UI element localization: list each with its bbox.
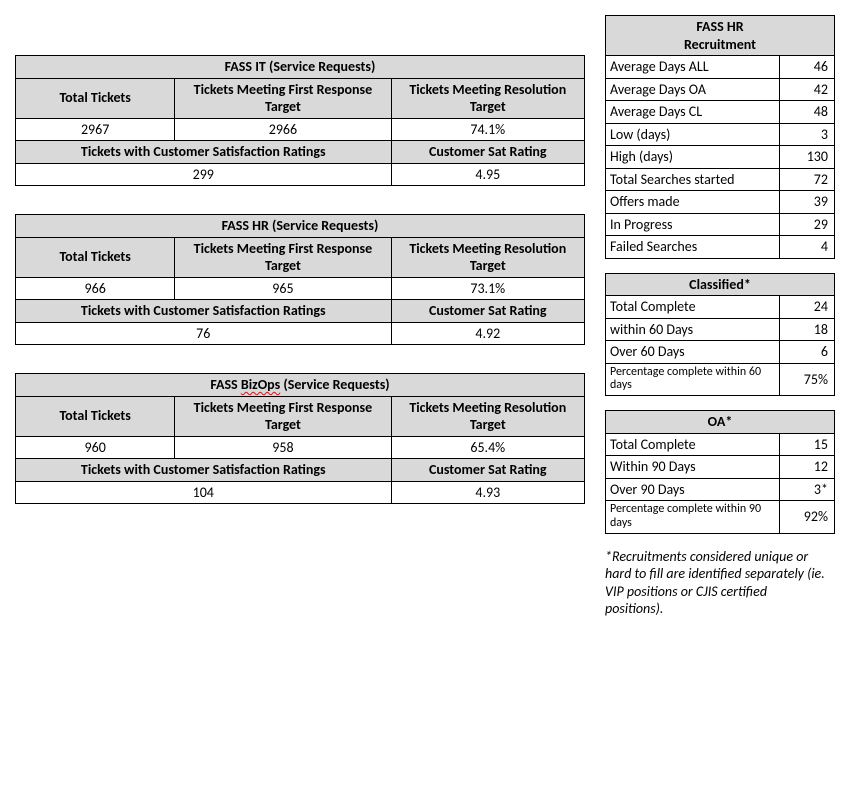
cell: 4.95	[391, 163, 584, 186]
subheader: Tickets with Customer Satisfaction Ratin…	[16, 459, 392, 482]
right-column: FASS HRRecruitmentAverage Days ALL46Aver…	[605, 15, 835, 618]
row-label: Within 90 Days	[606, 456, 780, 479]
table-title: FASS BizOps (Service Requests)	[16, 374, 585, 397]
cell: 65.4%	[391, 436, 584, 459]
cell: 76	[16, 322, 392, 345]
subheader: Customer Sat Rating	[391, 459, 584, 482]
row-value: 12	[780, 456, 835, 479]
oa-table: OA*Total Complete15Within 90 Days12Over …	[605, 410, 835, 534]
row-label: In Progress	[606, 213, 780, 236]
row-value: 48	[780, 101, 835, 124]
row-value: 130	[780, 146, 835, 169]
cell: 4.92	[391, 322, 584, 345]
col-header: Tickets Meeting First Response Target	[175, 78, 391, 118]
cell: 965	[175, 277, 391, 300]
cell: 4.93	[391, 481, 584, 504]
row-value: 3*	[780, 478, 835, 501]
cell: 74.1%	[391, 118, 584, 141]
table-title: FASS HRRecruitment	[606, 16, 835, 56]
row-value: 3	[780, 123, 835, 146]
table-title: OA*	[606, 411, 835, 434]
subheader: Tickets with Customer Satisfaction Ratin…	[16, 300, 392, 323]
row-label: Total Searches started	[606, 168, 780, 191]
row-label: Average Days ALL	[606, 56, 780, 79]
row-label: Average Days OA	[606, 78, 780, 101]
row-label: Total Complete	[606, 433, 780, 456]
cell: 73.1%	[391, 277, 584, 300]
cell: 2966	[175, 118, 391, 141]
row-label: Average Days CL	[606, 101, 780, 124]
row-label: Over 60 Days	[606, 341, 780, 364]
col-header: Tickets Meeting First Response Target	[175, 396, 391, 436]
cell: 104	[16, 481, 392, 504]
hr-recruitment-table: FASS HRRecruitmentAverage Days ALL46Aver…	[605, 15, 835, 259]
row-value: 18	[780, 318, 835, 341]
row-value: 4	[780, 236, 835, 259]
col-header: Tickets Meeting Resolution Target	[391, 237, 584, 277]
row-value: 6	[780, 341, 835, 364]
row-value: 46	[780, 56, 835, 79]
col-header: Total Tickets	[16, 396, 175, 436]
subheader: Tickets with Customer Satisfaction Ratin…	[16, 141, 392, 164]
subheader: Customer Sat Rating	[391, 141, 584, 164]
cell: 966	[16, 277, 175, 300]
row-label: Total Complete	[606, 296, 780, 319]
cell: 299	[16, 163, 392, 186]
row-label: Low (days)	[606, 123, 780, 146]
service-request-table: FASS BizOps (Service Requests)Total Tick…	[15, 373, 585, 504]
row-value: 15	[780, 433, 835, 456]
row-label: Offers made	[606, 191, 780, 214]
classified-table: Classified*Total Complete24within 60 Day…	[605, 273, 835, 397]
cell: 960	[16, 436, 175, 459]
subheader: Customer Sat Rating	[391, 300, 584, 323]
row-value: 39	[780, 191, 835, 214]
row-value: 42	[780, 78, 835, 101]
col-header: Total Tickets	[16, 237, 175, 277]
row-value: 29	[780, 213, 835, 236]
cell: 958	[175, 436, 391, 459]
col-header: Tickets Meeting Resolution Target	[391, 396, 584, 436]
table-title: Classified*	[606, 273, 835, 296]
row-label: within 60 Days	[606, 318, 780, 341]
service-request-tables: FASS IT (Service Requests)Total TicketsT…	[15, 15, 585, 532]
table-title: FASS HR (Service Requests)	[16, 215, 585, 238]
row-label: Percentage complete within 60 days	[606, 363, 780, 396]
service-request-table: FASS HR (Service Requests)Total TicketsT…	[15, 214, 585, 345]
table-title: FASS IT (Service Requests)	[16, 56, 585, 79]
col-header: Tickets Meeting First Response Target	[175, 237, 391, 277]
row-value: 75%	[780, 363, 835, 396]
row-value: 72	[780, 168, 835, 191]
row-value: 24	[780, 296, 835, 319]
row-label: Failed Searches	[606, 236, 780, 259]
col-header: Total Tickets	[16, 78, 175, 118]
row-label: Percentage complete within 90 days	[606, 501, 780, 534]
footnote-text: *Recruitments considered unique or hard …	[605, 548, 835, 618]
row-label: High (days)	[606, 146, 780, 169]
col-header: Tickets Meeting Resolution Target	[391, 78, 584, 118]
row-label: Over 90 Days	[606, 478, 780, 501]
service-request-table: FASS IT (Service Requests)Total TicketsT…	[15, 55, 585, 186]
cell: 2967	[16, 118, 175, 141]
row-value: 92%	[780, 501, 835, 534]
